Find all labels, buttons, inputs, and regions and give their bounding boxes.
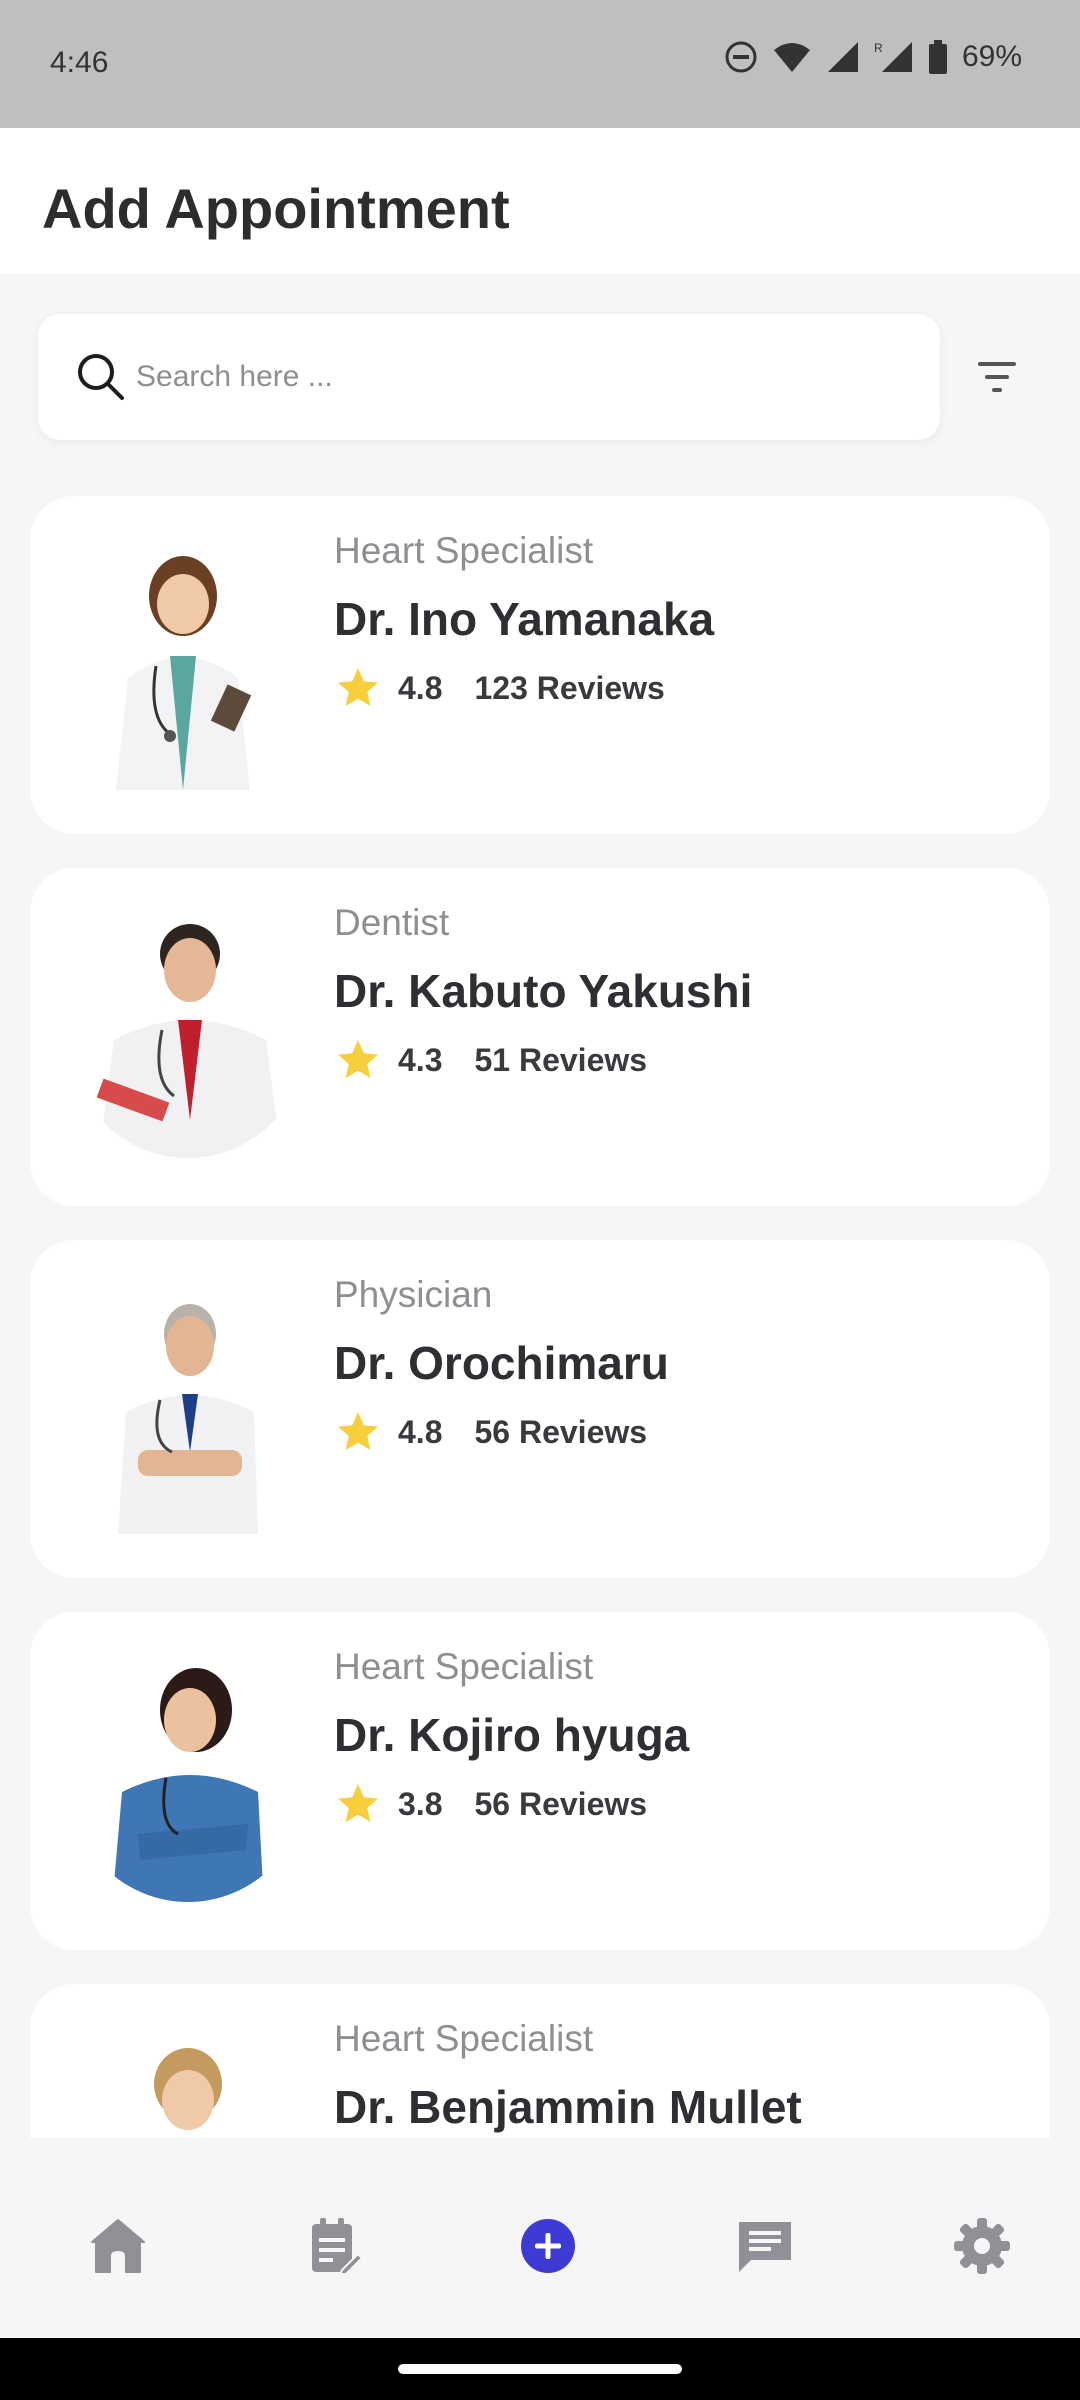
status-bar: 4:46 R 69% bbox=[0, 0, 1080, 128]
doctor-card[interactable]: Heart Specialist Dr. Ino Yamanaka 4.8 12… bbox=[30, 496, 1050, 834]
review-count: 123 Reviews bbox=[474, 669, 665, 706]
doctor-name: Dr. Benjammin Mullet bbox=[334, 2081, 802, 2133]
search-icon bbox=[78, 354, 124, 400]
wifi-icon bbox=[773, 43, 810, 72]
rating-value: 4.3 bbox=[398, 1041, 443, 1078]
filter-icon[interactable] bbox=[972, 352, 1022, 402]
home-indicator[interactable] bbox=[398, 2364, 682, 2374]
doctor-photo bbox=[78, 922, 288, 1158]
doctor-card[interactable]: Heart Specialist Dr. Kojiro hyuga 3.8 56… bbox=[30, 1612, 1050, 1950]
rating-value: 4.8 bbox=[398, 669, 443, 706]
battery-icon bbox=[928, 40, 947, 74]
signal-roaming-icon: R bbox=[874, 41, 912, 72]
review-count: 51 Reviews bbox=[474, 1041, 648, 1078]
doctor-specialty: Heart Specialist bbox=[334, 1646, 594, 1687]
doctor-photo bbox=[154, 2048, 222, 2130]
doctor-rating: 3.8 56 Reviews bbox=[334, 1780, 647, 1828]
star-icon bbox=[338, 668, 378, 706]
doctor-rating: 4.8 56 Reviews bbox=[334, 1408, 647, 1456]
add-icon[interactable] bbox=[516, 2214, 580, 2278]
doctor-card[interactable]: Physician Dr. Orochimaru 4.8 56 Reviews bbox=[30, 1240, 1050, 1578]
doctor-specialty: Dentist bbox=[334, 902, 450, 943]
search-box[interactable] bbox=[38, 314, 940, 440]
review-count: 56 Reviews bbox=[474, 1785, 648, 1822]
doctor-list: Heart Specialist Dr. Ino Yamanaka 4.8 12… bbox=[30, 496, 1050, 2138]
doctor-photo bbox=[78, 1666, 288, 1902]
do-not-disturb-icon bbox=[725, 41, 757, 73]
doctor-name: Dr. Kabuto Yakushi bbox=[334, 965, 753, 1017]
doctor-rating: 4.3 51 Reviews bbox=[334, 1036, 647, 1084]
bottom-navigation bbox=[0, 2138, 1080, 2338]
star-icon bbox=[338, 1784, 378, 1822]
app-bar: Add Appointment bbox=[0, 128, 1080, 274]
doctor-card[interactable]: Heart Specialist Dr. Benjammin Mullet bbox=[30, 1984, 1050, 2138]
doctor-rating: 4.8 123 Reviews bbox=[334, 664, 665, 712]
star-icon bbox=[338, 1412, 378, 1450]
doctor-photo bbox=[116, 556, 252, 790]
settings-icon[interactable] bbox=[950, 2214, 1014, 2278]
status-time: 4:46 bbox=[50, 46, 109, 79]
battery-percent: 69% bbox=[961, 40, 1022, 73]
review-count: 56 Reviews bbox=[474, 1413, 648, 1450]
home-icon[interactable] bbox=[86, 2214, 150, 2278]
search-input[interactable] bbox=[134, 348, 898, 406]
doctor-name: Dr. Ino Yamanaka bbox=[334, 593, 715, 645]
rating-value: 3.8 bbox=[398, 1785, 443, 1822]
status-icons: R 69% bbox=[724, 40, 1022, 74]
svg-text:R: R bbox=[874, 41, 883, 55]
doctor-photo bbox=[118, 1304, 258, 1534]
doctor-name: Dr. Kojiro hyuga bbox=[334, 1709, 690, 1761]
chat-icon[interactable] bbox=[733, 2214, 797, 2278]
doctor-card[interactable]: Dentist Dr. Kabuto Yakushi 4.3 51 Review… bbox=[30, 868, 1050, 1206]
star-icon bbox=[338, 1040, 378, 1078]
gesture-bar bbox=[0, 2338, 1080, 2400]
doctor-specialty: Heart Specialist bbox=[334, 530, 594, 571]
rating-value: 4.8 bbox=[398, 1413, 443, 1450]
notes-icon[interactable] bbox=[302, 2214, 366, 2278]
signal-icon bbox=[827, 42, 858, 72]
page-title: Add Appointment bbox=[42, 177, 510, 240]
doctor-name: Dr. Orochimaru bbox=[334, 1337, 669, 1389]
doctor-specialty: Heart Specialist bbox=[334, 2018, 594, 2059]
doctor-specialty: Physician bbox=[334, 1274, 493, 1315]
